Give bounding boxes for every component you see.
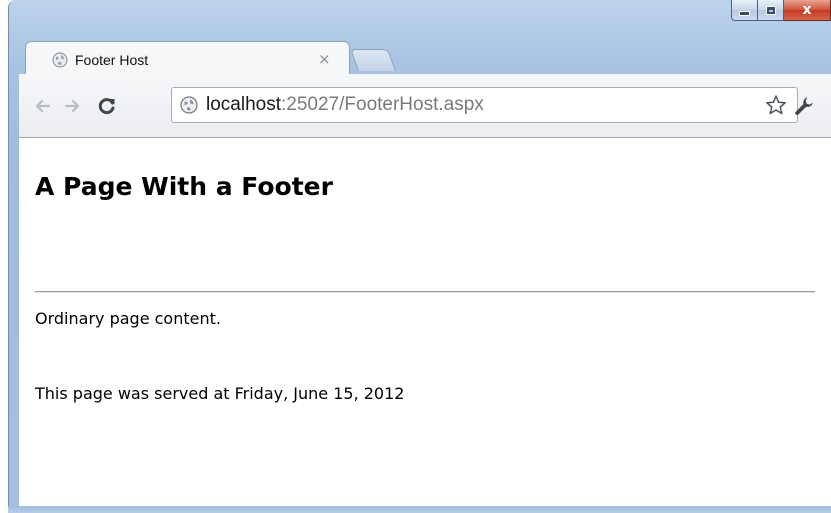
reload-icon[interactable] — [97, 96, 117, 116]
forward-arrow-icon[interactable] — [63, 96, 83, 116]
url-path: :25027/FooterHost.aspx — [281, 94, 484, 115]
horizontal-rule — [35, 291, 815, 293]
minimize-icon — [739, 11, 750, 16]
tab-footer-host[interactable]: Footer Host × — [25, 41, 350, 75]
tab-title: Footer Host — [75, 52, 149, 68]
close-icon: x — [802, 2, 812, 18]
page-viewport: A Page With a Footer Ordinary page conte… — [19, 138, 831, 506]
page-heading: A Page With a Footer — [35, 172, 333, 201]
wrench-icon[interactable] — [793, 95, 815, 117]
window-bottom-border — [8, 506, 831, 513]
url-text: localhost:25027/FooterHost.aspx — [206, 94, 484, 116]
back-arrow-icon[interactable] — [32, 96, 52, 116]
page-info-globe-icon[interactable] — [180, 96, 198, 114]
minimize-button[interactable] — [731, 0, 758, 21]
maximize-button[interactable] — [758, 0, 784, 21]
page-content-text: Ordinary page content. — [35, 309, 221, 328]
url-host: localhost — [206, 94, 281, 115]
maximize-icon — [765, 5, 776, 15]
tab-close-icon[interactable]: × — [318, 50, 331, 68]
caption-buttons: x — [731, 0, 831, 21]
address-bar[interactable]: localhost:25027/FooterHost.aspx — [171, 87, 798, 123]
close-window-button[interactable]: x — [784, 0, 831, 21]
footer-text: This page was served at Friday, June 15,… — [35, 384, 405, 403]
globe-icon — [52, 52, 68, 68]
browser-toolbar: localhost:25027/FooterHost.aspx — [19, 74, 831, 138]
new-tab-button[interactable] — [349, 49, 397, 71]
bookmark-star-icon[interactable] — [765, 94, 787, 116]
